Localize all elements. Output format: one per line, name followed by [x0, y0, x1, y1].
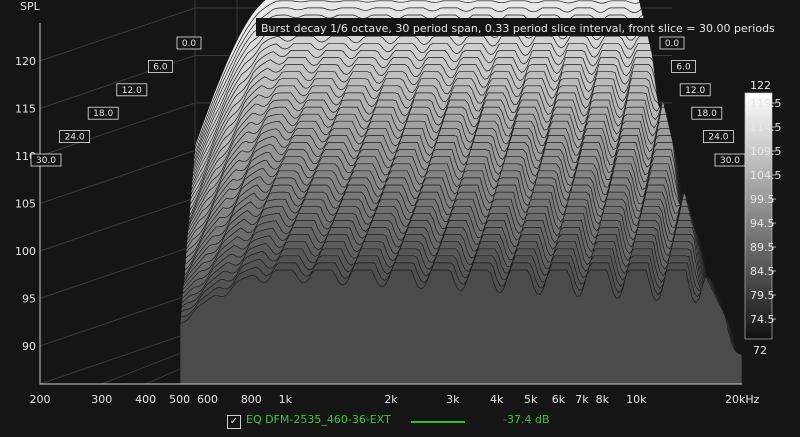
y-tick-label: 115	[15, 103, 36, 116]
x-tick-label: 7k	[575, 393, 589, 406]
depth-tick-label-right: 24.0	[708, 133, 728, 143]
depth-tick-label-left: 12.0	[122, 86, 142, 96]
spl-depth-line	[39, 150, 196, 204]
x-tick-label: 10k	[626, 393, 647, 406]
legend-checkbox[interactable]: ✓	[227, 415, 241, 429]
colorbar-min-label: 72	[753, 344, 767, 357]
legend-series-line	[411, 421, 465, 423]
colorbar-tick-label: 89.5	[750, 241, 775, 254]
x-tick-label: 400	[135, 393, 156, 406]
chart-title: Burst decay 1/6 octave, 30 period span, …	[261, 22, 775, 35]
x-tick-label: 6k	[552, 393, 566, 406]
colorbar-tick-label: 114.5	[750, 121, 782, 134]
colorbar: 122 72 119.5 114.5 109.5 104.5 99.5 94.5 89.5 8…	[744, 79, 782, 357]
x-tick-label: 8k	[596, 393, 610, 406]
legend-series-name: EQ DFM-2535_460-36-EXT	[246, 413, 391, 426]
colorbar-tick-label: 104.5	[750, 169, 782, 182]
depth-tick-label-left: 0.0	[182, 39, 197, 49]
colorbar-max-label: 122	[750, 79, 771, 92]
spl-depth-line	[39, 7, 196, 62]
x-tick-label: 200	[30, 393, 51, 406]
depth-tick-label-right: 18.0	[697, 109, 717, 119]
depth-tick-label-right: 12.0	[685, 86, 705, 96]
chart-title-group: Burst decay 1/6 octave, 30 period span, …	[256, 18, 775, 36]
decay-slices	[179, 0, 743, 385]
x-tick-label: 600	[197, 393, 218, 406]
x-tick-label: 300	[91, 393, 112, 406]
y-tick-label: 95	[22, 293, 36, 306]
x-tick-label: 800	[241, 393, 262, 406]
legend-bar	[0, 409, 800, 437]
y-axis-label: SPL	[20, 0, 41, 13]
x-tick-label: 3k	[446, 393, 460, 406]
x-tick-label: 1k	[279, 393, 293, 406]
x-tick-label: 5k	[524, 393, 538, 406]
depth-tick-label-left: 24.0	[65, 133, 85, 143]
depth-tick-label-left: 30.0	[36, 156, 56, 166]
x-tick-label: 4k	[490, 393, 504, 406]
x-axis-unit-label: 20kHz	[725, 393, 760, 406]
y-tick-label: 90	[22, 340, 36, 353]
x-tick-label: 2k	[384, 393, 398, 406]
legend-series-value: -37.4 dB	[503, 413, 550, 426]
colorbar-tick-label: 84.5	[750, 265, 775, 278]
depth-tick-label-right: 30.0	[720, 156, 740, 166]
y-tick-label: 105	[15, 198, 36, 211]
y-tick-label: 120	[15, 55, 36, 68]
spl-depth-line	[39, 245, 196, 299]
freq-floor-line	[39, 330, 196, 385]
colorbar-tick-label: 94.5	[750, 217, 775, 230]
y-tick-label: 100	[15, 245, 36, 258]
colorbar-tick-label: 119.5	[750, 97, 782, 110]
depth-tick-label-left: 18.0	[93, 109, 113, 119]
depth-tick-label-right: 6.0	[676, 62, 691, 72]
depth-tick-label-left: 6.0	[153, 62, 168, 72]
colorbar-tick-label: 79.5	[750, 289, 775, 302]
colorbar-tick-label: 99.5	[750, 193, 775, 206]
spl-depth-line	[39, 197, 196, 252]
x-tick-label: 500	[169, 393, 190, 406]
colorbar-tick-label: 74.5	[750, 313, 775, 326]
depth-tick-label-right: 0.0	[665, 39, 680, 49]
waterfall-chart: 9095100105110115120200 300 400 500 600 800 1k 2…	[15, 0, 782, 406]
spl-depth-line	[39, 292, 196, 347]
colorbar-tick-label: 109.5	[750, 145, 782, 158]
